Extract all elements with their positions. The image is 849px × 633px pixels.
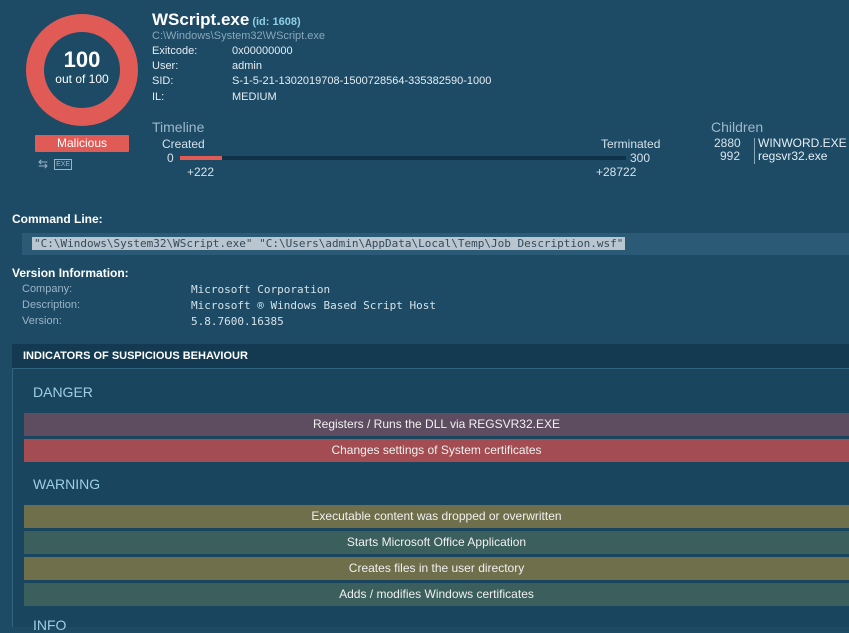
exitcode-label: Exitcode: <box>152 45 198 57</box>
indicators-title: INDICATORS OF SUSPICIOUS BEHAVIOUR <box>23 350 248 362</box>
danger-heading: DANGER <box>33 384 93 400</box>
threat-score-subtitle: out of 100 <box>55 72 109 86</box>
process-title: WScript.exe (id: 1608) <box>152 10 301 30</box>
timeline-created-offset: +222 <box>187 165 215 179</box>
exe-icon[interactable]: EXE <box>54 159 73 170</box>
timeline-created-label: Created <box>162 137 205 151</box>
indicators-header: INDICATORS OF SUSPICIOUS BEHAVIOUR <box>12 344 849 369</box>
version-value: 5.8.7600.16385 <box>191 315 284 328</box>
timeline-heading: Timeline <box>152 119 205 135</box>
warning-indicator[interactable]: Creates files in the user directory <box>24 557 849 580</box>
child-process-link[interactable]: regsvr32.exe <box>758 150 847 163</box>
command-line-text[interactable]: "C:\Windows\System32\WScript.exe" "C:\Us… <box>32 237 626 250</box>
threat-score-center: 100 out of 100 <box>44 32 120 108</box>
process-name: WScript.exe <box>152 10 250 29</box>
process-path: C:\Windows\System32\WScript.exe <box>152 30 325 42</box>
timeline-terminated-label: Terminated <box>601 137 661 151</box>
company-label: Company: <box>22 283 73 295</box>
child-pid: 992 <box>719 149 740 163</box>
integrity-level-label: IL: <box>152 91 165 103</box>
timeline-track <box>180 156 626 160</box>
description-label: Description: <box>22 299 81 311</box>
warning-indicator[interactable]: Adds / modifies Windows certificates <box>24 583 849 606</box>
user-label: User: <box>152 60 179 72</box>
children-divider <box>754 138 755 164</box>
timeline-end: 300 <box>630 151 651 165</box>
swap-arrows-icon[interactable]: ⇆ <box>38 157 48 171</box>
children-heading: Children <box>711 119 764 135</box>
sid-label: SID: <box>152 75 174 87</box>
warning-indicator[interactable]: Executable content was dropped or overwr… <box>24 505 849 528</box>
description-value: Microsoft ® Windows Based Script Host <box>191 299 437 312</box>
command-line-heading: Command Line: <box>12 212 103 226</box>
danger-indicator[interactable]: Registers / Runs the DLL via REGSVR32.EX… <box>24 413 849 436</box>
threat-score-value: 100 <box>63 47 101 72</box>
threat-score-ring: 100 out of 100 <box>26 14 138 126</box>
user-value: admin <box>232 60 262 72</box>
warning-heading: WARNING <box>33 476 101 492</box>
company-value: Microsoft Corporation <box>191 283 331 296</box>
integrity-level-value: MEDIUM <box>232 91 277 103</box>
verdict-badge: Malicious <box>35 135 129 152</box>
timeline-terminated-offset: +28722 <box>596 165 637 179</box>
info-heading: INFO <box>33 617 67 633</box>
process-id: (id: 1608) <box>252 16 301 28</box>
timeline-progress <box>180 156 222 160</box>
exitcode-value: 0x00000000 <box>232 45 293 57</box>
version-info-heading: Version Information: <box>12 266 129 280</box>
version-label: Version: <box>22 315 62 327</box>
command-line-box: "C:\Windows\System32\WScript.exe" "C:\Us… <box>22 233 849 255</box>
action-icons: ⇆ EXE <box>38 157 78 171</box>
children-names: WINWORD.EXE regsvr32.exe <box>758 137 847 163</box>
sid-value: S-1-5-21-1302019708-1500728564-335382590… <box>232 75 492 87</box>
timeline-start: 0 <box>167 151 174 165</box>
children-pids: 2880 992 <box>714 137 741 163</box>
warning-indicator[interactable]: Starts Microsoft Office Application <box>24 531 849 554</box>
danger-indicator[interactable]: Changes settings of System certificates <box>24 439 849 462</box>
